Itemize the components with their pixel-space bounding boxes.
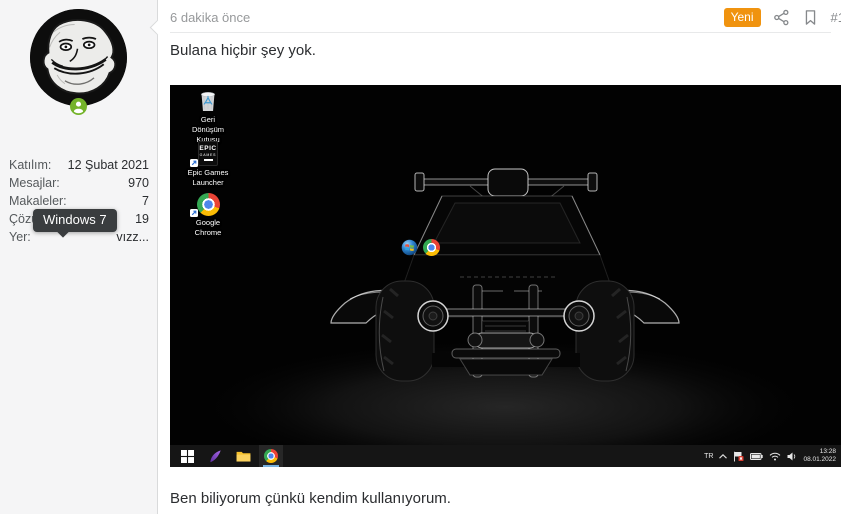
wifi-icon: [770, 452, 781, 460]
feather-app-icon: [203, 445, 227, 467]
os-tooltip: Windows 7: [33, 209, 117, 238]
system-tray: TR 13:28 08.01.2022: [704, 448, 841, 464]
post-body-line-1: Bulana hiçbir şey yok.: [170, 42, 316, 59]
shortcut-arrow-icon: [190, 209, 198, 217]
chrome-icon: [176, 193, 240, 217]
bookmark-icon[interactable]: [802, 9, 819, 26]
share-icon[interactable]: [773, 9, 790, 26]
epic-logo-subtext: GAMES: [199, 152, 217, 157]
post-header-actions: Yeni #1: [723, 8, 841, 27]
stat-value: 12 Şubat 2021: [67, 158, 149, 172]
windows7-icon[interactable]: [401, 239, 418, 256]
desktop-icon-label: Epic Games Launcher: [187, 168, 229, 187]
avatar[interactable]: [30, 9, 127, 106]
chrome-taskbar-icon: [259, 445, 283, 467]
stat-value: 19: [135, 212, 149, 226]
stat-label: Makaleler:: [9, 194, 67, 208]
clock-time: 13:28: [819, 447, 836, 455]
action-center-flag-icon: [734, 451, 744, 461]
user-stats: Katılım: 12 Şubat 2021 Mesajlar: 970 Mak…: [9, 156, 149, 246]
stat-row-messages: Mesajlar: 970: [9, 174, 149, 192]
battery-icon: [750, 452, 764, 460]
stat-row-joined: Katılım: 12 Şubat 2021: [9, 156, 149, 174]
desktop-icon-recycle-bin: Geri Dönüşüm Kutusu: [176, 87, 240, 144]
post-body-line-2: Ben biliyorum çünkü kendim kullanıyorum.: [170, 490, 451, 507]
chevron-up-icon: [719, 453, 728, 459]
recycle-bin-icon: [176, 87, 240, 113]
taskbar: TR 13:28 08.01.2022: [170, 445, 841, 467]
car-wallpaper: [170, 85, 841, 467]
speaker-icon: [787, 452, 796, 460]
trollface-avatar-image: [30, 9, 127, 106]
post-number-link[interactable]: #1: [831, 10, 841, 25]
timestamp-link[interactable]: 6 dakika önce: [170, 10, 250, 25]
forum-post-page: SivriSinekz Nanopat Katılım: 12 Şubat 20…: [0, 0, 841, 514]
desktop-icon-label: Geri Dönüşüm Kutusu: [191, 115, 225, 144]
desktop-icon-epic-games: EPIC GAMES Epic Games Launcher: [176, 141, 240, 188]
epic-games-icon: EPIC GAMES: [176, 141, 240, 167]
file-explorer-icon: [231, 445, 255, 467]
stat-value: 7: [142, 194, 149, 208]
header-divider: [170, 32, 831, 33]
os-tooltip-text: Windows 7: [43, 212, 107, 227]
taskbar-clock: 13:28 08.01.2022: [803, 448, 836, 464]
stat-row-articles: Makaleler: 7: [9, 192, 149, 210]
language-indicator: TR: [704, 452, 714, 460]
clock-date: 08.01.2022: [803, 456, 836, 463]
new-badge: Yeni: [723, 8, 761, 27]
attached-screenshot-image[interactable]: Geri Dönüşüm Kutusu EPIC GAMES Epic Game…: [170, 85, 841, 467]
chrome-icon[interactable]: [423, 239, 440, 256]
shortcut-arrow-icon: [190, 159, 198, 167]
stat-label: Katılım:: [9, 158, 52, 172]
online-status-badge: [70, 98, 87, 115]
platform-icons: [0, 239, 841, 256]
start-button-icon: [175, 445, 199, 467]
stat-label: Mesajlar:: [9, 176, 60, 190]
desktop-icon-chrome: Google Chrome: [176, 193, 240, 238]
desktop-icon-label: Google Chrome: [194, 218, 222, 237]
stat-value: 970: [128, 176, 149, 190]
